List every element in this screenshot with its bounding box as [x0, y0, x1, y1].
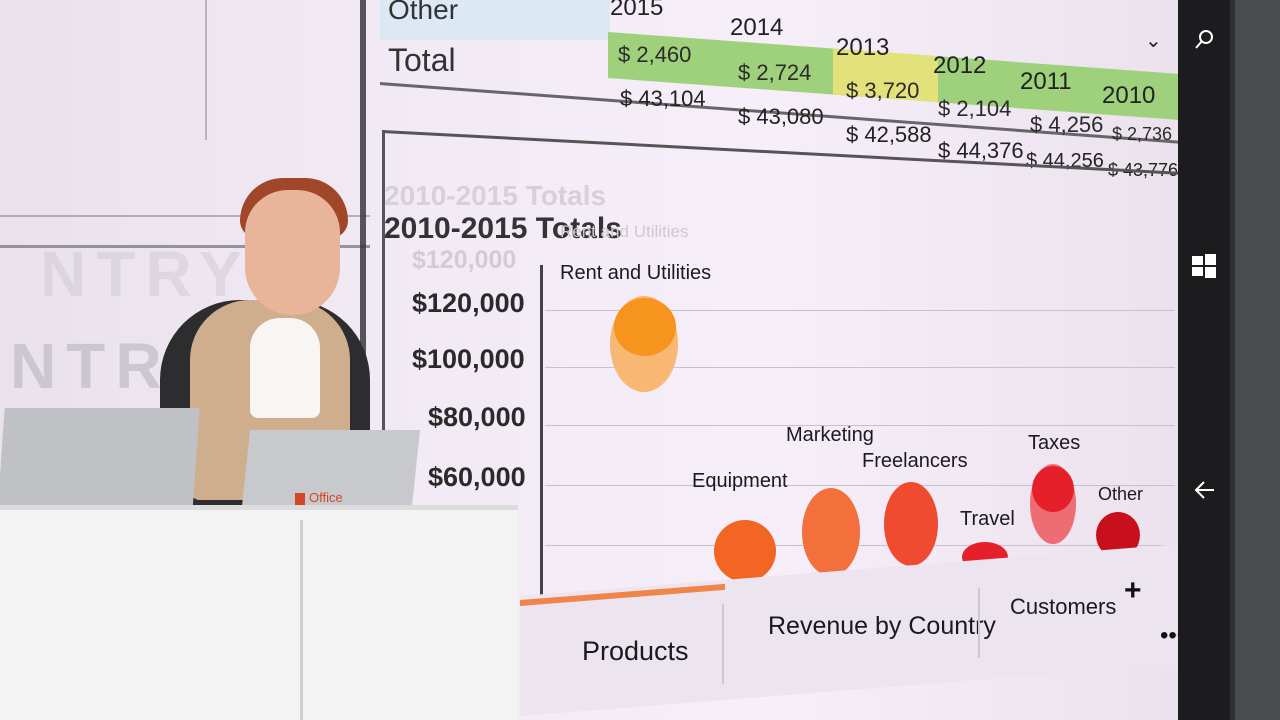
- y-tick: $100,000: [412, 344, 525, 374]
- office-logo: Office: [295, 490, 343, 505]
- tab-customers[interactable]: Customers: [1010, 594, 1116, 620]
- ghost-divider: [205, 0, 207, 140]
- chevron-down-icon[interactable]: ⌄: [1145, 28, 1162, 53]
- podium-seam: [300, 520, 303, 720]
- presenter-shirt: [250, 318, 320, 418]
- podium: [0, 510, 518, 720]
- bubble-label: Travel: [960, 508, 1015, 530]
- cell-other: $ 2,104: [938, 96, 1012, 121]
- bubble: [884, 482, 938, 566]
- year-header: 2012: [933, 52, 987, 79]
- tab-separator: [978, 588, 980, 658]
- tab-revenue-by-country[interactable]: Revenue by Country: [768, 612, 996, 641]
- year-header: 2013: [836, 34, 890, 61]
- tab-products[interactable]: Products: [582, 636, 689, 667]
- cell-other: $ 2,736: [1112, 124, 1173, 144]
- windows-icon[interactable]: [1188, 250, 1220, 282]
- bubble-label: Equipment: [692, 470, 788, 492]
- sheet-tab-bar: Products Revenue by Country Customers + …: [520, 542, 1200, 720]
- year-header: 2015: [610, 0, 664, 21]
- cell-other: $ 4,256: [1030, 112, 1104, 137]
- year-header: 2010: [1102, 82, 1156, 109]
- gridline: [545, 545, 1175, 546]
- y-tick: $80,000: [428, 402, 526, 432]
- cell-total: $ 43,104: [620, 86, 706, 111]
- row-label-other: Other: [380, 0, 610, 40]
- background-wall: [1235, 0, 1280, 720]
- cell-total: $ 43,080: [738, 104, 824, 129]
- chart-title-ghost: 2010-2015 Totals: [384, 180, 607, 211]
- bubble: [1032, 466, 1074, 512]
- presenter-head: [245, 190, 340, 315]
- year-header: 2011: [1020, 68, 1072, 95]
- y-tick-ghost: $120,000: [412, 246, 517, 274]
- tab-separator: [722, 604, 724, 684]
- year-header: 2014: [730, 14, 784, 41]
- cell-other: $ 3,720: [846, 78, 920, 103]
- cell-other: $ 2,460: [618, 42, 692, 67]
- y-axis: [540, 265, 543, 595]
- bubble: [614, 298, 676, 356]
- y-tick: $120,000: [412, 288, 525, 318]
- row-label-total: Total: [388, 42, 456, 78]
- cell-other: $ 2,724: [738, 60, 812, 85]
- bubble-label: Other: [1098, 484, 1144, 504]
- add-sheet-button[interactable]: +: [1124, 574, 1142, 608]
- bubble-label: Freelancers: [862, 450, 968, 472]
- cell-total: $ 42,588: [846, 122, 932, 147]
- y-tick: $60,000: [428, 462, 526, 492]
- back-arrow-icon[interactable]: [1188, 474, 1220, 506]
- presentation-photo: NTRY NTRY Other Total 2015 2014 2013 2012…: [0, 0, 1280, 720]
- bubble-label: Marketing: [786, 424, 874, 446]
- bubble-label: Taxes: [1028, 432, 1081, 454]
- system-nav-bar: [1178, 0, 1230, 720]
- bubble-label: Rent and Utilities: [560, 262, 712, 284]
- bubble-label-ghost: Rent and Utilities: [560, 222, 689, 241]
- gridline: [545, 485, 1175, 486]
- search-icon[interactable]: [1188, 24, 1220, 56]
